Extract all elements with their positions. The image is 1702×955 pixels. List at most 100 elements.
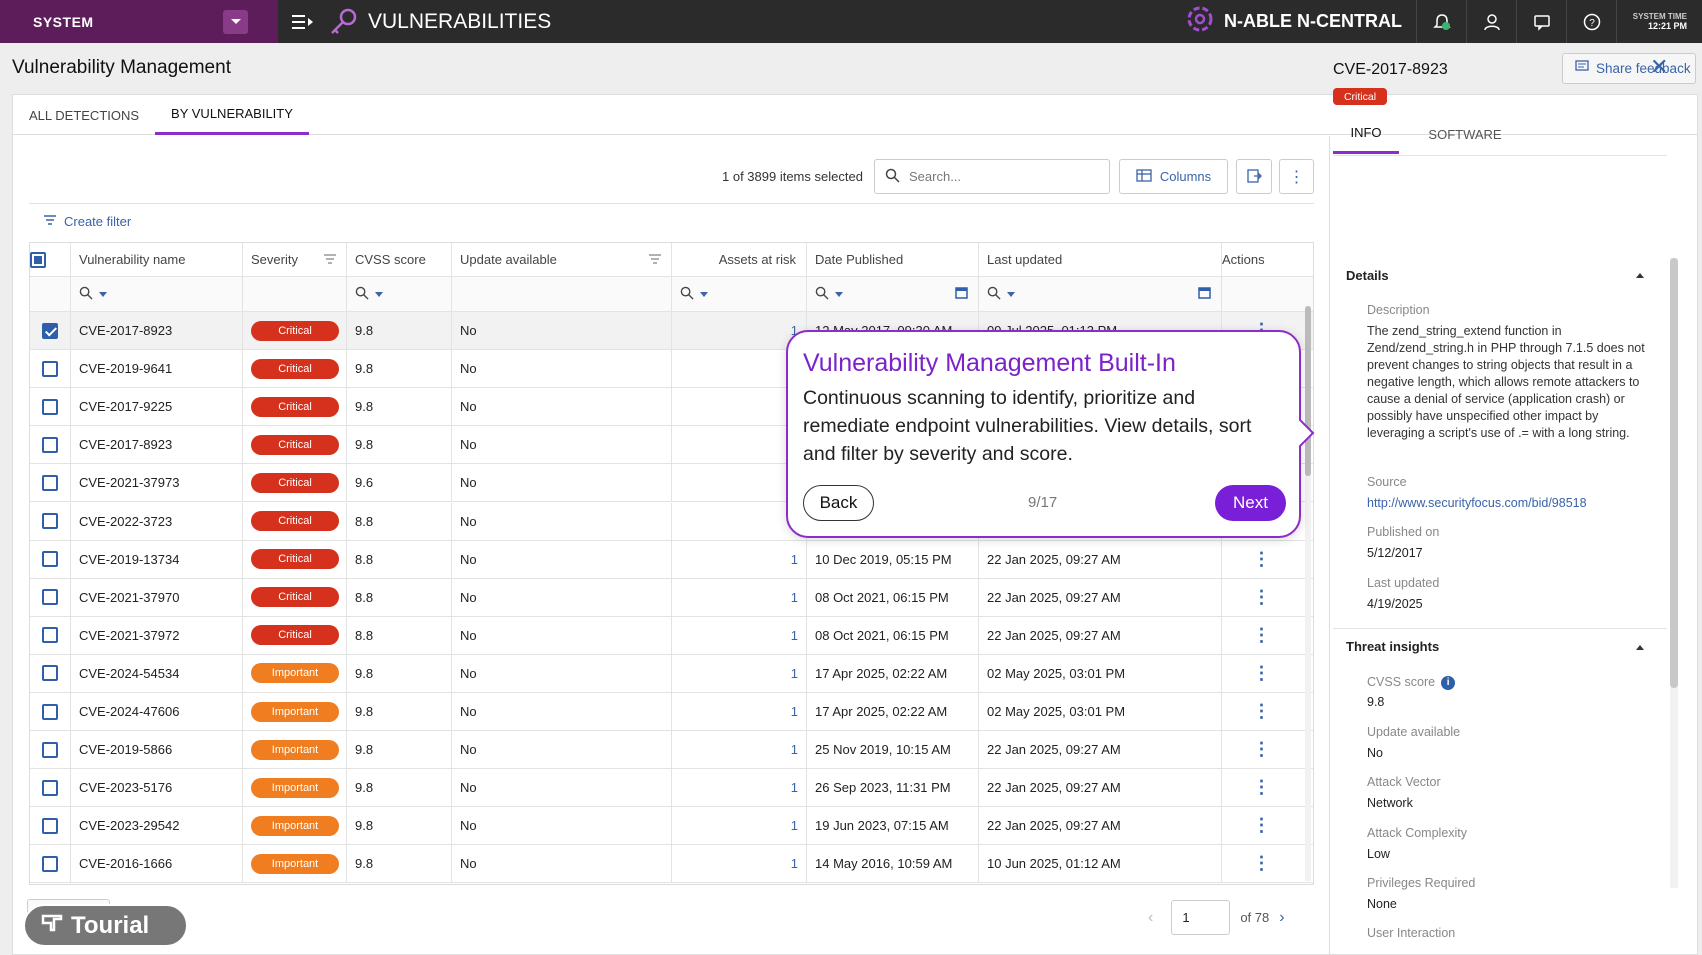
vulnerability-name[interactable]: CVE-2022-3723 (71, 502, 243, 540)
assets-at-risk[interactable]: 1 (672, 769, 807, 807)
table-row[interactable]: CVE-2024-54534 Important 9.8 No 1 17 Apr 2025… (30, 654, 1313, 693)
col-header-cvss[interactable]: CVSS score (347, 243, 452, 276)
row-checkbox[interactable] (30, 845, 71, 883)
chevron-down-icon[interactable] (223, 9, 248, 34)
close-icon[interactable]: ✕ (1650, 54, 1668, 80)
row-checkbox[interactable] (30, 502, 71, 540)
row-checkbox[interactable] (30, 578, 71, 616)
chevron-up-icon[interactable] (1636, 273, 1644, 278)
row-actions[interactable]: ⋮ (1222, 617, 1301, 654)
row-checkbox[interactable] (30, 426, 71, 464)
kebab-menu-icon[interactable]: ⋮ (1253, 701, 1271, 722)
col-header-name[interactable]: Vulnerability name (71, 243, 243, 276)
more-options-button[interactable]: ⋮ (1279, 159, 1314, 194)
published-filter[interactable] (807, 277, 979, 311)
row-checkbox[interactable] (30, 731, 71, 769)
col-header-assets[interactable]: Assets at risk (672, 243, 807, 276)
kebab-menu-icon[interactable]: ⋮ (1253, 587, 1271, 608)
tab-all-detections[interactable]: ALL DETECTIONS (13, 95, 155, 135)
row-actions[interactable]: ⋮ (1222, 807, 1301, 844)
vulnerability-name[interactable]: CVE-2017-9225 (71, 388, 243, 426)
row-checkbox[interactable] (30, 312, 71, 350)
vulnerability-name[interactable]: CVE-2021-37970 (71, 578, 243, 616)
next-page-icon[interactable]: › (1279, 909, 1284, 927)
vulnerability-name[interactable]: CVE-2021-37972 (71, 616, 243, 654)
select-all-checkbox[interactable] (30, 243, 71, 276)
assets-at-risk[interactable]: 1 (672, 578, 807, 616)
assets-at-risk[interactable]: 1 (672, 616, 807, 654)
row-checkbox[interactable] (30, 769, 71, 807)
details-section-title[interactable]: Details (1346, 268, 1389, 283)
chevron-up-icon[interactable] (1636, 645, 1644, 650)
row-checkbox[interactable] (30, 464, 71, 502)
vulnerability-name[interactable]: CVE-2019-9641 (71, 350, 243, 388)
tour-back-button[interactable]: Back (803, 485, 874, 521)
kebab-menu-icon[interactable]: ⋮ (1253, 739, 1271, 760)
table-row[interactable]: CVE-2023-5176 Important 9.8 No 1 26 Sep 2023,… (30, 769, 1313, 808)
kebab-menu-icon[interactable]: ⋮ (1253, 625, 1271, 646)
table-row[interactable]: CVE-2024-47606 Important 9.8 No 1 17 Apr 2025… (30, 693, 1313, 732)
row-checkbox[interactable] (30, 693, 71, 731)
menu-toggle-icon[interactable] (278, 0, 328, 43)
name-filter[interactable] (71, 277, 243, 311)
row-checkbox[interactable] (30, 540, 71, 578)
row-actions[interactable]: ⋮ (1222, 845, 1301, 882)
col-header-update[interactable]: Update available (452, 243, 672, 276)
notification-bell-icon[interactable] (1416, 0, 1466, 43)
row-actions[interactable]: ⋮ (1222, 655, 1301, 692)
filter-icon[interactable] (324, 252, 336, 267)
kebab-menu-icon[interactable]: ⋮ (1253, 853, 1271, 874)
kebab-menu-icon[interactable]: ⋮ (1253, 549, 1271, 570)
tab-by-vulnerability[interactable]: BY VULNERABILITY (155, 95, 309, 135)
row-checkbox[interactable] (30, 388, 71, 426)
assets-filter[interactable] (672, 277, 807, 311)
updated-filter[interactable] (979, 277, 1222, 311)
table-row[interactable]: CVE-2023-29542 Important 9.8 No 1 19 Jun 2023… (30, 807, 1313, 846)
calendar-icon[interactable] (955, 286, 968, 302)
page-number-input[interactable]: 1 (1171, 900, 1231, 935)
source-link[interactable]: http://www.securityfocus.com/bid/98518 (1367, 496, 1587, 510)
col-header-updated[interactable]: Last updated (979, 243, 1222, 276)
chat-icon[interactable] (1516, 0, 1566, 43)
row-actions[interactable]: ⋮ (1222, 769, 1301, 806)
info-icon[interactable]: i (1441, 675, 1456, 690)
search-input[interactable]: Search... (874, 159, 1110, 194)
table-row[interactable]: CVE-2019-13734 Critical 8.8 No 1 10 Dec 2019,… (30, 540, 1313, 579)
prev-page-icon[interactable]: ‹ (1148, 909, 1153, 927)
assets-at-risk[interactable]: 1 (672, 654, 807, 692)
help-icon[interactable]: ? (1566, 0, 1616, 43)
panel-scroll-thumb[interactable] (1670, 258, 1678, 688)
assets-at-risk[interactable]: 1 (672, 845, 807, 883)
assets-at-risk[interactable]: 1 (672, 807, 807, 845)
col-header-severity[interactable]: Severity (243, 243, 347, 276)
row-actions[interactable]: ⋮ (1222, 693, 1301, 730)
kebab-menu-icon[interactable]: ⋮ (1253, 815, 1271, 836)
table-row[interactable]: CVE-2016-1666 Important 9.8 No 1 14 May 2016,… (30, 845, 1313, 884)
table-row[interactable]: CVE-2021-37972 Critical 8.8 No 1 08 Oct 2021,… (30, 616, 1313, 655)
user-icon[interactable] (1466, 0, 1516, 43)
vulnerability-name[interactable]: CVE-2019-13734 (71, 540, 243, 578)
row-checkbox[interactable] (30, 807, 71, 845)
cvss-filter[interactable] (347, 277, 452, 311)
vulnerability-name[interactable]: CVE-2017-8923 (71, 312, 243, 350)
kebab-menu-icon[interactable]: ⋮ (1253, 777, 1271, 798)
table-scrollbar[interactable] (1305, 306, 1311, 881)
col-header-published[interactable]: Date Published (807, 243, 979, 276)
row-checkbox[interactable] (30, 654, 71, 692)
assets-at-risk[interactable]: 1 (672, 731, 807, 769)
table-row[interactable]: CVE-2019-5866 Important 9.8 No 1 25 Nov 2019,… (30, 731, 1313, 770)
vulnerability-name[interactable]: CVE-2023-5176 (71, 769, 243, 807)
filter-icon[interactable] (649, 252, 661, 267)
table-row[interactable]: CVE-2021-37970 Critical 8.8 No 1 08 Oct 2021,… (30, 578, 1313, 617)
tourial-badge[interactable]: Tourial (23, 904, 188, 947)
columns-button[interactable]: Columns (1119, 159, 1228, 194)
row-checkbox[interactable] (30, 350, 71, 388)
create-filter-button[interactable]: Create filter (43, 214, 131, 229)
row-checkbox[interactable] (30, 616, 71, 654)
tab-info[interactable]: INFO (1333, 114, 1399, 154)
vulnerability-name[interactable]: CVE-2017-8923 (71, 426, 243, 464)
vulnerability-name[interactable]: CVE-2019-5866 (71, 731, 243, 769)
assets-at-risk[interactable]: 1 (672, 693, 807, 731)
system-selector[interactable]: SYSTEM (0, 0, 278, 43)
tab-software[interactable]: SOFTWARE (1420, 114, 1510, 154)
